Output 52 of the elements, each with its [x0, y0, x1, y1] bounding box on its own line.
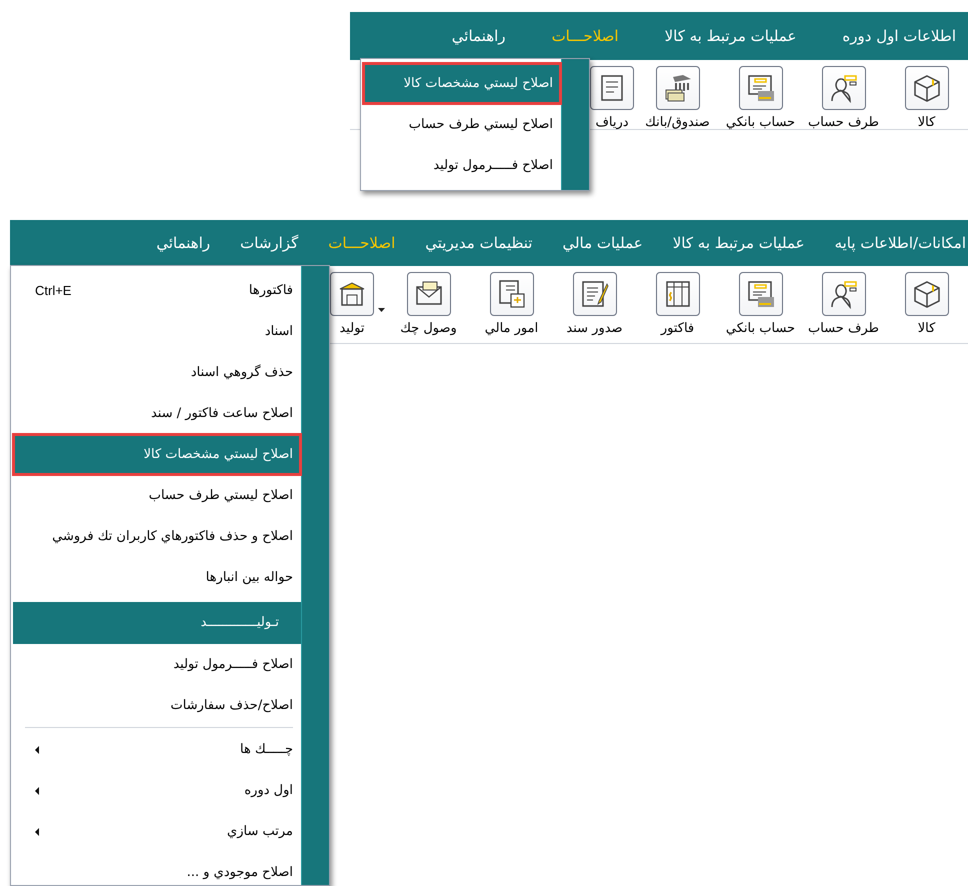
menu-item[interactable]: اصلاح ساعت فاكتور / سند: [13, 393, 301, 434]
toolbar-button[interactable]: حساب بانكي: [719, 66, 802, 132]
calculator-icon: [496, 279, 526, 309]
document-pen-icon: [580, 279, 610, 309]
bank-icon: [662, 73, 692, 103]
person-icon: [828, 73, 858, 103]
menu-item[interactable]: اول دوره: [13, 770, 301, 811]
toolbar-button[interactable]: درياف: [588, 66, 636, 132]
submenu-arrow-icon: [35, 786, 39, 794]
caret-icon[interactable]: [378, 308, 385, 312]
person-icon: [828, 279, 858, 309]
box-icon: [912, 73, 942, 103]
toolbar-button[interactable]: امور مالي: [470, 272, 553, 338]
toolbar-button[interactable]: حساب بانكي: [719, 272, 802, 338]
menu-bar-item[interactable]: عمليات مرتبط به كالا: [672, 232, 805, 254]
toolbar-button[interactable]: فاكتور: [636, 272, 719, 338]
toolbar-button[interactable]: طرف حساب: [802, 272, 885, 338]
toolbar-button[interactable]: توليد: [328, 272, 376, 338]
menu-item[interactable]: اصلاح ليستي طرف حساب: [363, 104, 561, 145]
toolbar-button[interactable]: وصول چك: [387, 272, 470, 338]
menu-bar-item[interactable]: عمليات مرتبط به كالا: [664, 24, 796, 48]
menu-item[interactable]: اصلاح ليستي مشخصات كالا: [363, 63, 561, 104]
card-icon: [746, 279, 776, 309]
menu-section-header: تـوليـــــــــــــد: [13, 602, 301, 644]
menu-item[interactable]: چـــــك ها: [13, 729, 301, 770]
toolbar-button[interactable]: صندوق/بانك: [636, 66, 719, 132]
menu-bar-item[interactable]: راهنمائي: [156, 232, 210, 254]
toolbar-button[interactable]: طرف حساب: [802, 66, 885, 132]
menu-item[interactable]: اصلاح فـــــرمول توليد: [363, 145, 561, 186]
toolbar-button[interactable]: كالا: [885, 66, 968, 132]
menu-item[interactable]: اصلاح فـــــرمول توليد: [13, 644, 301, 685]
menu-bar-item[interactable]: عمليات مالي: [562, 232, 643, 254]
menu-item[interactable]: اصلاح ليستي طرف حساب: [13, 475, 301, 516]
toolbar-button[interactable]: كالا: [885, 272, 968, 338]
menu-item[interactable]: حذف گروهي اسناد: [13, 352, 301, 393]
menu-item[interactable]: مرتب سازي: [13, 811, 301, 852]
menu-bar-item[interactable]: امكانات/اطلاعات پايه: [834, 232, 966, 254]
menu-item[interactable]: حواله بين انبارها: [13, 557, 301, 598]
box-icon: [912, 279, 942, 309]
submenu-arrow-icon: [35, 746, 39, 754]
menu-bar-item[interactable]: اطلاعات اول دوره: [842, 24, 956, 48]
menu-item[interactable]: اسناد: [13, 311, 301, 352]
menu-item[interactable]: اصلاح موجودي و ...: [13, 852, 301, 886]
card-icon: [746, 73, 776, 103]
toolbar-button[interactable]: صدور سند: [553, 272, 636, 338]
submenu-arrow-icon: [35, 828, 39, 836]
menu-bar-item[interactable]: راهنمائي: [452, 24, 506, 48]
menu-item[interactable]: اصلاح و حذف فاكتورهاي كاربران تك فروشي: [13, 516, 301, 557]
menu-item[interactable]: اصلاح ليستي مشخصات كالا: [13, 434, 301, 475]
menu-bar-item[interactable]: گزارشات: [240, 232, 298, 254]
menu-item[interactable]: اصلاح/حذف سفارشات: [13, 685, 301, 726]
menu-bar-item[interactable]: تنظيمات مديريتي: [425, 232, 532, 254]
